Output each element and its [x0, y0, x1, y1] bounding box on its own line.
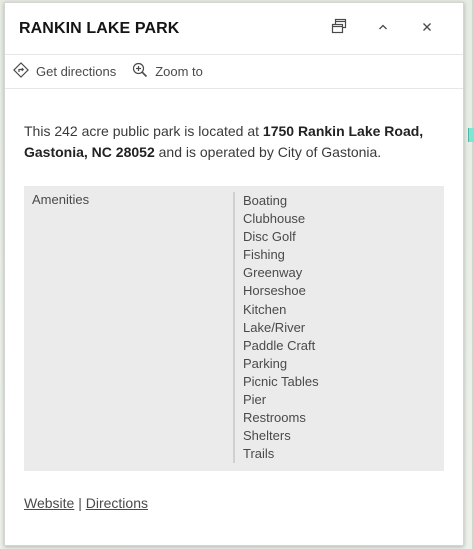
- zoom-in-icon: [132, 62, 155, 81]
- amenity-item: Picnic Tables: [243, 373, 319, 389]
- website-link[interactable]: Website: [24, 495, 74, 511]
- feature-popup: RANKIN LAKE PARK Get directions Zoom to …: [4, 2, 464, 546]
- amenity-item: Restrooms: [243, 410, 306, 426]
- directions-link[interactable]: Directions: [86, 495, 148, 511]
- amenity-item: Boating: [243, 193, 288, 208]
- description-suffix: and is operated by City of Gastonia.: [154, 144, 382, 160]
- amenity-item: Trails: [243, 446, 275, 462]
- directions-icon: [13, 62, 36, 81]
- attribute-key: Amenities: [24, 192, 235, 464]
- amenity-item: Shelters: [243, 428, 291, 444]
- dock-icon: [331, 18, 347, 39]
- amenities-list: Boating Clubhouse Disc Golf Fishing Gree…: [235, 192, 319, 463]
- amenity-item: Horseshoe: [243, 283, 306, 299]
- popup-links: Website | Directions: [24, 495, 444, 511]
- amenity-item: Pier: [243, 392, 267, 408]
- zoom-to-label: Zoom to: [155, 64, 203, 79]
- amenity-item: Disc Golf: [243, 229, 296, 245]
- get-directions-label: Get directions: [36, 64, 117, 79]
- popup-title: RANKIN LAKE PARK: [19, 19, 180, 37]
- park-description: This 242 acre public park is located at …: [24, 121, 444, 163]
- get-directions-button[interactable]: Get directions: [13, 62, 116, 81]
- dock-button[interactable]: [317, 9, 361, 49]
- collapse-button[interactable]: [361, 9, 405, 49]
- amenity-item: Fishing: [243, 247, 285, 263]
- attribute-table: Amenities Boating Clubhouse Disc Golf Fi…: [24, 186, 444, 472]
- chevron-up-icon: [377, 20, 389, 38]
- popup-content: This 242 acre public park is located at …: [5, 89, 463, 511]
- description-prefix: This 242 acre public park is located at: [24, 123, 263, 139]
- amenity-item: Paddle Craft: [243, 337, 316, 353]
- amenity-item: Kitchen: [243, 301, 287, 317]
- link-separator: |: [74, 495, 86, 512]
- amenity-item: Parking: [243, 355, 288, 371]
- amenity-item: Lake/River: [243, 319, 306, 335]
- amenity-item: Clubhouse: [243, 211, 306, 227]
- amenity-item: Greenway: [243, 265, 303, 281]
- close-button[interactable]: [405, 9, 449, 49]
- close-icon: [421, 20, 433, 38]
- zoom-to-button[interactable]: Zoom to: [132, 62, 203, 81]
- map-feature[interactable]: [468, 128, 474, 142]
- popup-actions: Get directions Zoom to: [5, 55, 463, 89]
- popup-header: RANKIN LAKE PARK: [5, 3, 463, 55]
